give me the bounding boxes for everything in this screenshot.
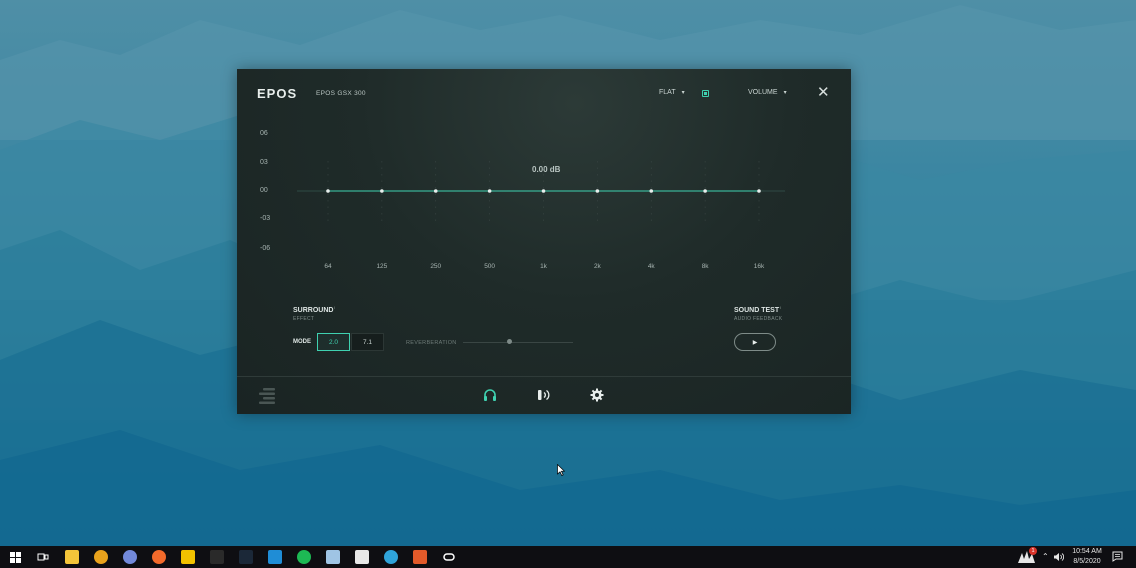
- microphone-icon[interactable]: [536, 388, 552, 402]
- play-sound-test-button[interactable]: ▶: [734, 333, 776, 351]
- mode-7-1-button[interactable]: 7.1: [351, 333, 384, 351]
- chevron-up-icon[interactable]: ⌃: [1042, 552, 1049, 561]
- reverberation-label: REVERBERATION: [406, 340, 457, 346]
- play-icon: ▶: [752, 339, 758, 346]
- edge-icon[interactable]: [384, 550, 398, 564]
- controller-icon[interactable]: [413, 550, 427, 564]
- battlenet-icon[interactable]: [268, 550, 282, 564]
- gear-icon[interactable]: [590, 388, 604, 402]
- discord-icon[interactable]: [123, 550, 137, 564]
- eq-band-handle[interactable]: [433, 189, 438, 193]
- task-view-icon[interactable]: [36, 550, 50, 564]
- info-icon[interactable]: ⁱ: [780, 306, 781, 313]
- reverberation-slider-handle[interactable]: [506, 339, 512, 344]
- notepad-icon[interactable]: [326, 550, 340, 564]
- eq-freq-label: 4k: [647, 263, 655, 270]
- eq-band-handle[interactable]: [595, 189, 600, 193]
- eq-band-handle[interactable]: [649, 189, 654, 193]
- eq-freq-label: 64: [324, 263, 332, 270]
- eq-band-handle[interactable]: [326, 189, 330, 193]
- surround-subtitle: EFFECT: [293, 316, 315, 322]
- start-icon[interactable]: [8, 550, 22, 564]
- info-icon[interactable]: ⁱ: [334, 306, 335, 313]
- epic-games-icon[interactable]: [210, 550, 224, 564]
- spotify-icon[interactable]: [297, 550, 311, 564]
- eq-freq-label: 125: [376, 263, 388, 270]
- taskbar: 1 ⌃ 10:54 AM 8/5/2020: [0, 546, 1136, 568]
- epos-window: EPOS EPOS GSX 300 FLAT ▾ VOLUME ▾ ✕ 06 03 …: [237, 69, 851, 414]
- sound-test-subtitle: AUDIO FEEDBACK: [734, 316, 783, 322]
- sound-test-title: SOUND TEST: [734, 307, 780, 314]
- eq-band-handle[interactable]: [703, 189, 707, 193]
- mode-label: MODE: [293, 339, 311, 345]
- eq-band-handle[interactable]: [541, 189, 546, 193]
- eq-freq-label: 500: [484, 263, 496, 270]
- action-center-icon[interactable]: [1112, 551, 1123, 562]
- eq-freq-label: 16k: [753, 263, 765, 270]
- clapper-icon[interactable]: [355, 550, 369, 564]
- eq-freq-label: 250: [430, 263, 442, 270]
- origin-icon[interactable]: [152, 550, 166, 564]
- rockstar-icon[interactable]: [181, 550, 195, 564]
- footer-divider: [237, 376, 851, 377]
- file-explorer-icon[interactable]: [65, 550, 79, 564]
- mouse-cursor-icon: [557, 464, 565, 476]
- menu-icon[interactable]: [257, 386, 277, 406]
- eq-freq-label: 8k: [701, 263, 709, 270]
- eq-band-handle[interactable]: [380, 189, 384, 193]
- eq-band-handle[interactable]: [487, 189, 492, 193]
- mode-2-0-button[interactable]: 2.0: [317, 333, 350, 351]
- reverberation-slider[interactable]: [463, 342, 573, 343]
- eq-freq-label: 1k: [540, 263, 547, 270]
- notification-badge: 1: [1029, 547, 1037, 555]
- volume-icon[interactable]: [1053, 552, 1064, 562]
- clock-date[interactable]: 8/5/2020: [1069, 558, 1105, 565]
- eq-freq-label: 2k: [593, 263, 601, 270]
- chrome-icon[interactable]: [94, 550, 108, 564]
- steam-icon[interactable]: [239, 550, 253, 564]
- surround-title: SURROUND: [293, 307, 334, 314]
- clock-time[interactable]: 10:54 AM: [1069, 548, 1105, 555]
- oculus-icon[interactable]: [442, 550, 456, 564]
- headphones-icon[interactable]: [483, 388, 497, 402]
- eq-band-handle[interactable]: [757, 189, 761, 193]
